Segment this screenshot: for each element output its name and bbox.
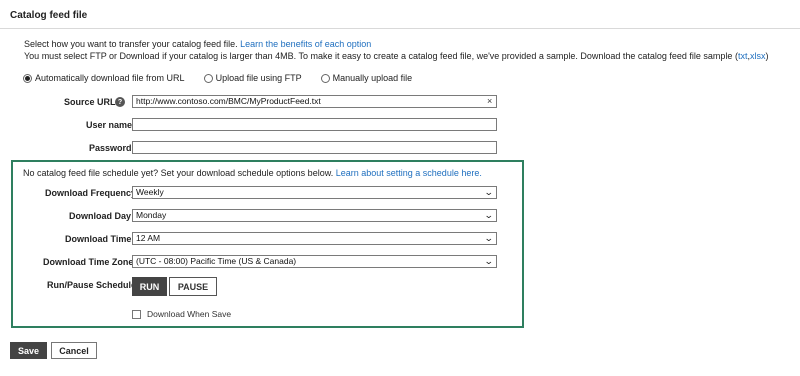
select-value: 12 AM [136,233,161,243]
description-text-1: Select how you want to transfer your cat… [24,39,238,49]
sample-xlsx-link[interactable]: xlsx [750,51,766,61]
radio-label: Manually upload file [332,73,413,83]
radio-button-checked[interactable] [23,73,32,83]
close-icon[interactable]: × [487,96,492,107]
download-frequency-label: Download Frequency [45,188,137,198]
download-time-label: Download Time [65,234,132,244]
chevron-down-icon: ⌄ [484,210,495,220]
download-frequency-select[interactable]: Weekly ⌄ [132,186,497,199]
run-button[interactable]: RUN [132,277,167,296]
source-url-input[interactable]: http://www.contoso.com/BMC/MyProductFeed… [132,95,497,108]
save-button[interactable]: Save [10,342,47,359]
cancel-button[interactable]: Cancel [51,342,97,359]
run-pause-toggle: RUN PAUSE [132,277,217,296]
run-pause-label: Run/Pause Schedule [47,280,137,290]
chevron-down-icon: ⌄ [484,233,495,243]
password-input[interactable] [132,141,497,154]
download-when-save-label: Download When Save [147,309,232,319]
user-name-input[interactable] [132,118,497,131]
description-line-2: You must select FTP or Download if your … [24,51,768,61]
download-when-save-checkbox[interactable] [132,309,141,319]
description-line-1: Select how you want to transfer your cat… [24,39,371,49]
download-day-select[interactable]: Monday ⌄ [132,209,497,222]
download-timezone-label: Download Time Zone [43,257,134,267]
schedule-note-text: No catalog feed file schedule yet? Set y… [23,168,334,178]
paren-close: ) [765,51,769,61]
page-title: Catalog feed file [10,10,88,21]
schedule-help-link[interactable]: Learn about setting a schedule here. [336,168,482,178]
select-value: Monday [136,210,167,220]
chevron-down-icon: ⌄ [484,187,495,197]
pause-button[interactable]: PAUSE [169,277,217,296]
schedule-note: No catalog feed file schedule yet? Set y… [23,168,482,178]
radio-ftp-upload[interactable]: Upload file using FTP [203,73,302,83]
title-divider [0,28,800,29]
download-time-select[interactable]: 12 AM ⌄ [132,232,497,245]
radio-label: Automatically download file from URL [35,73,185,83]
select-value: Weekly [136,187,164,197]
download-when-save-option[interactable]: Download When Save [132,309,231,319]
radio-label: Upload file using FTP [215,73,302,83]
select-value: (UTC - 08:00) Pacific Time (US & Canada) [136,256,297,266]
chevron-down-icon: ⌄ [484,256,495,266]
radio-button[interactable] [203,73,213,83]
question-circle-icon[interactable]: ? [115,97,125,107]
source-url-label: Source URL [64,97,116,107]
radio-auto-download[interactable]: Automatically download file from URL [23,73,185,83]
user-name-label: User name [86,120,133,130]
description-text-2: You must select FTP or Download if your … [24,51,733,61]
radio-manual-upload[interactable]: Manually upload file [320,73,413,83]
transfer-method-group: Automatically download file from URL Upl… [23,73,427,83]
download-timezone-select[interactable]: (UTC - 08:00) Pacific Time (US & Canada)… [132,255,497,268]
learn-benefits-link[interactable]: Learn the benefits of each option [240,39,371,49]
password-label: Password [89,143,132,153]
radio-button[interactable] [320,73,330,83]
download-day-label: Download Day [69,211,132,221]
